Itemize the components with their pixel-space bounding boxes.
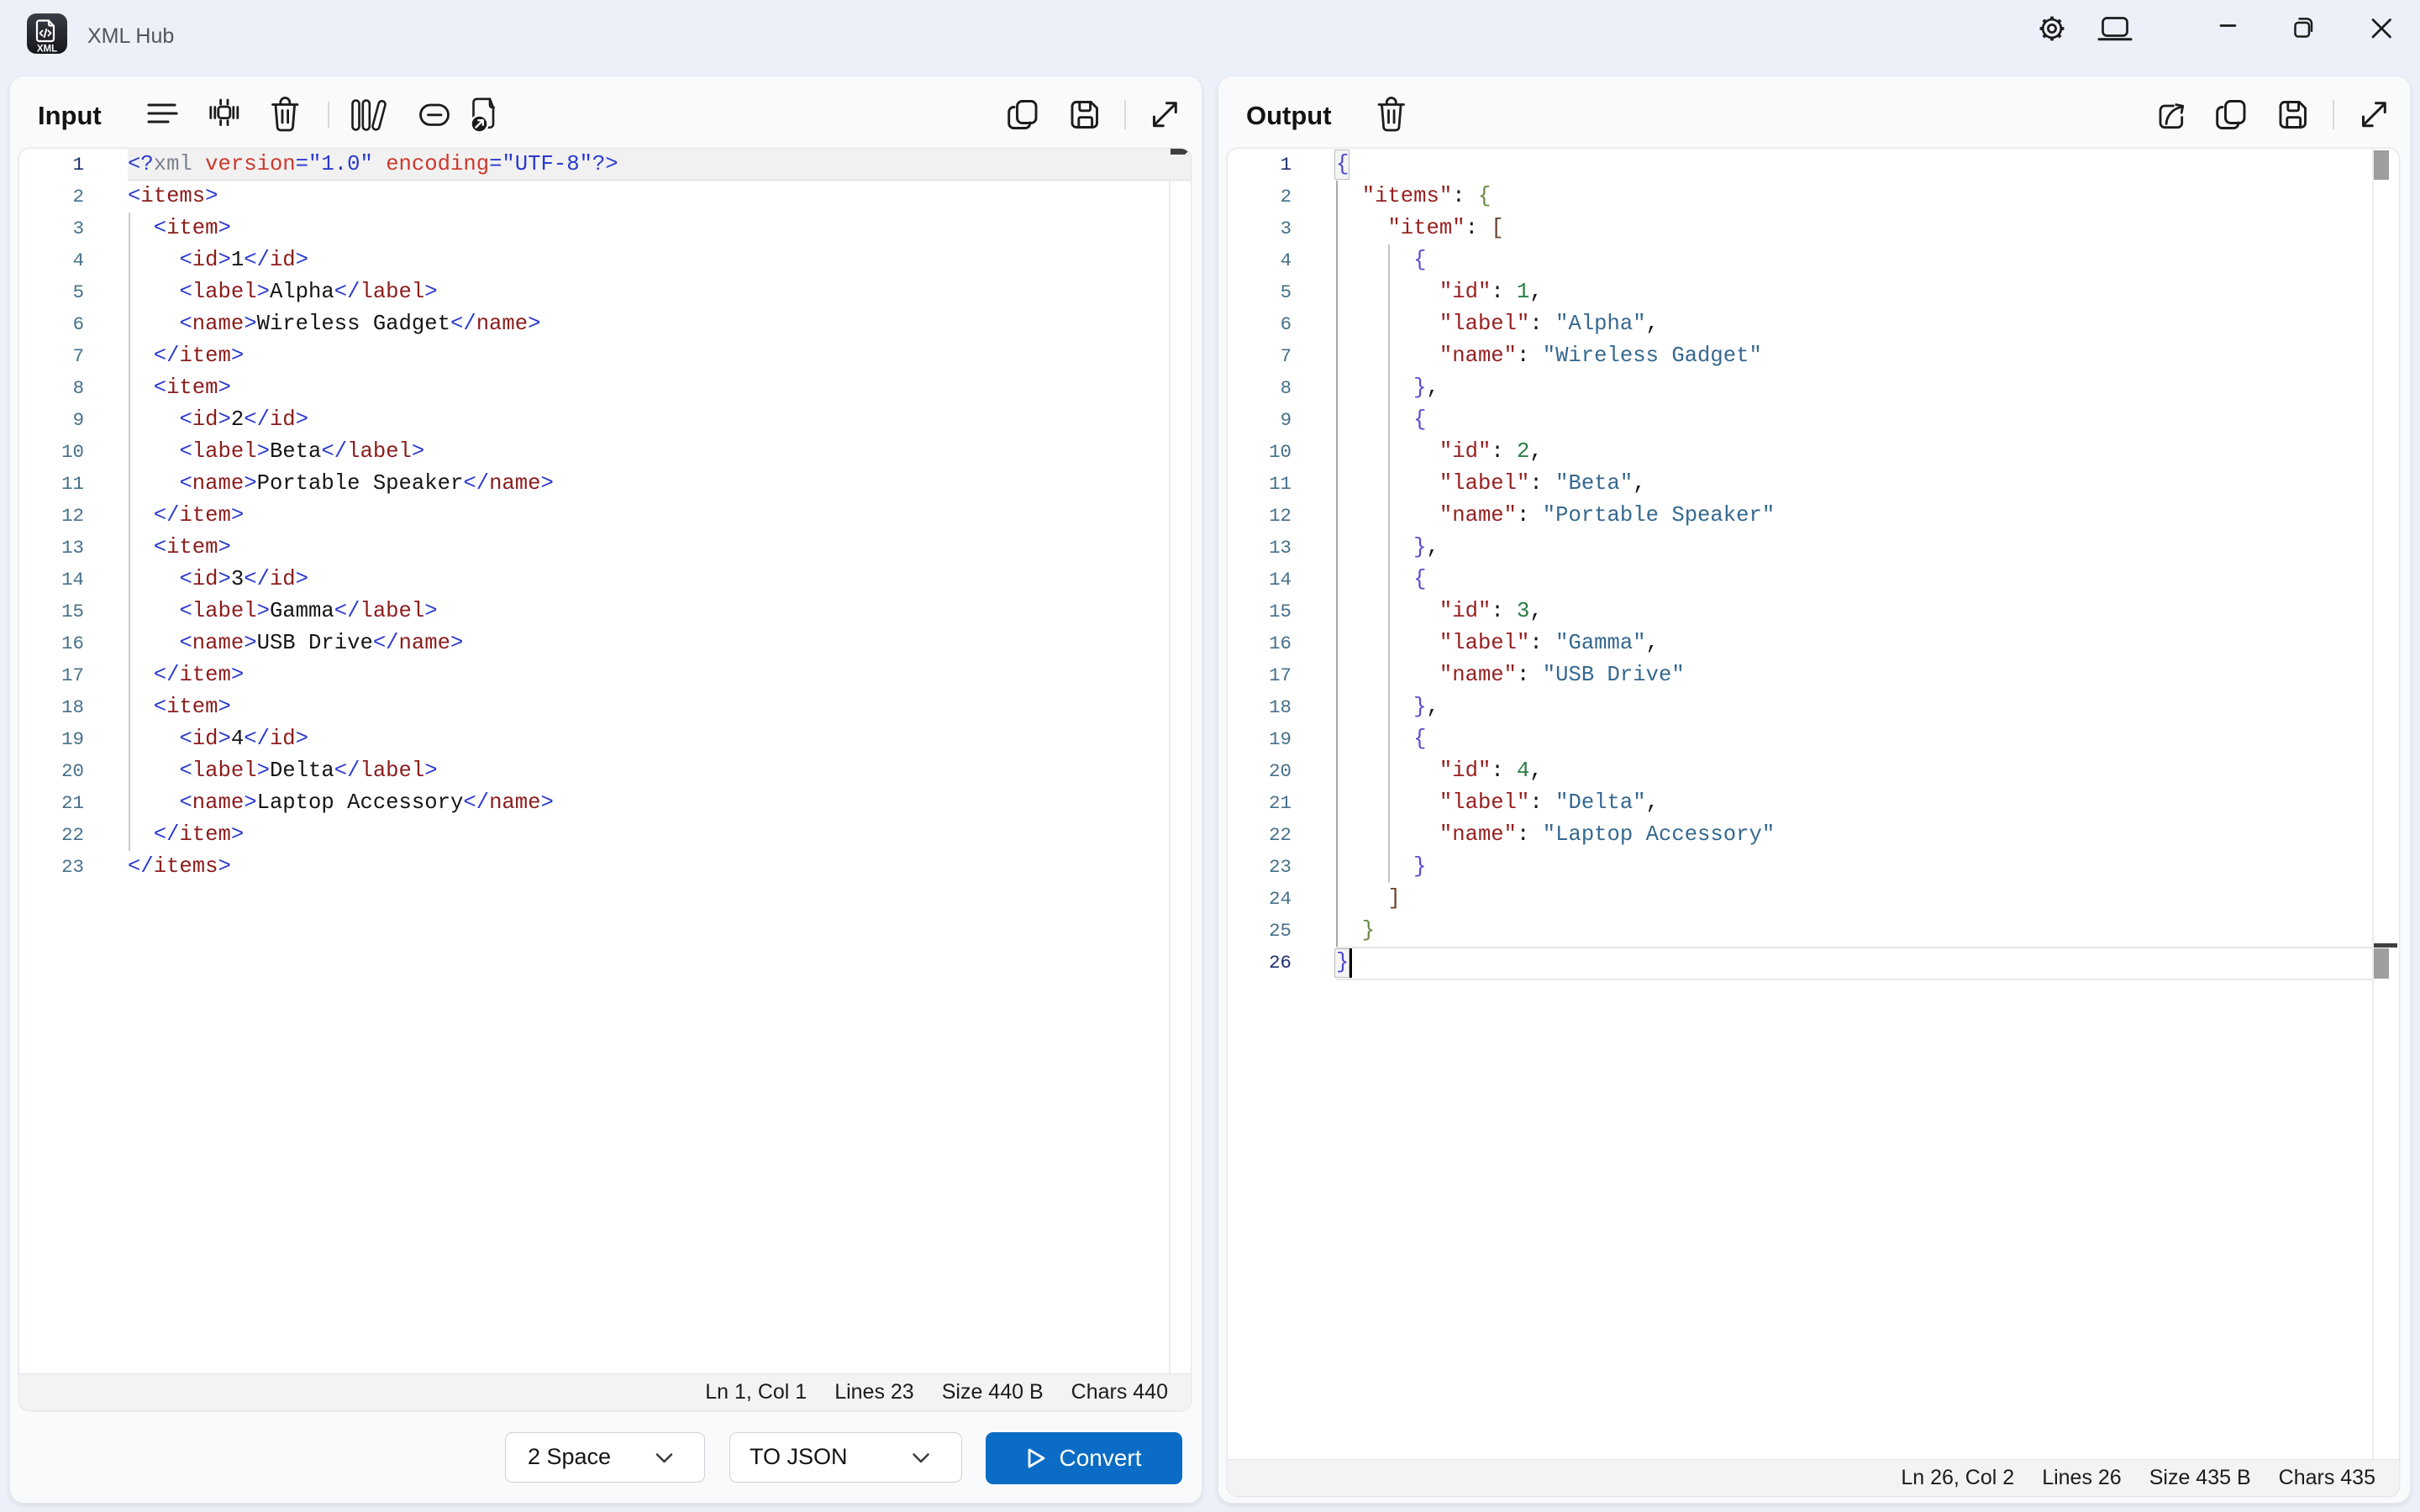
svg-text:XML: XML (37, 45, 57, 55)
